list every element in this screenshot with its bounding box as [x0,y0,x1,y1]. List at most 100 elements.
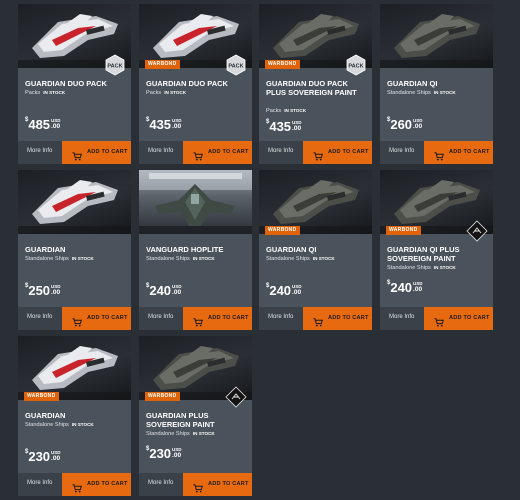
more-info-link[interactable]: More Info [148,314,173,320]
add-to-cart-button[interactable]: ADD TO CART [424,307,493,330]
price-currency-block: USD .00 [413,118,423,130]
product-card[interactable]: PACK GUARDIAN DUO PACK Packs IN STOCK $48… [18,4,131,164]
product-card[interactable]: WARBOND GUARDIAN PLUS SOVEREIGN PAINT St… [139,336,252,496]
add-to-cart-button[interactable]: ADD TO CART [424,141,493,164]
stock-status: IN STOCK [192,431,215,436]
warbond-badge: WARBOND [24,392,59,401]
add-to-cart-label: ADD TO CART [208,315,249,321]
price-cents: .00 [413,123,423,130]
product-image[interactable] [259,170,372,234]
product-title[interactable]: GUARDIAN QI [266,245,368,254]
product-image[interactable] [139,170,252,234]
product-price: $230USD .00 [146,445,182,463]
product-card[interactable]: GUARDIAN QI Standalone Ships IN STOCK $26… [380,4,493,164]
svg-text:PACK: PACK [348,64,363,70]
price-amount: 485 [28,117,51,132]
product-image[interactable] [380,4,493,68]
currency-symbol: $ [25,449,29,455]
card-footer: More Info ADD TO CART [18,141,131,164]
product-card[interactable]: VANGUARD HOPLITE Standalone Ships IN STOC… [139,170,252,330]
category-label: Packs [25,90,41,96]
product-title[interactable]: GUARDIAN DUO PACK [146,79,248,88]
product-title[interactable]: GUARDIAN [25,411,127,420]
currency-symbol: $ [266,119,270,125]
card-footer: More Info ADD TO CART [139,307,252,330]
stock-status: IN STOCK [312,256,335,261]
add-to-cart-button[interactable]: ADD TO CART [62,473,131,496]
more-info-link[interactable]: More Info [389,314,414,320]
add-to-cart-label: ADD TO CART [208,149,249,155]
product-title[interactable]: GUARDIAN QI [387,79,489,88]
product-category: Packs IN STOCK [146,90,186,96]
cart-icon [193,314,203,327]
product-title[interactable]: GUARDIAN DUO PACK [25,79,127,88]
more-info-link[interactable]: More Info [268,314,293,320]
product-image[interactable] [18,170,131,234]
more-info-link[interactable]: More Info [27,148,52,154]
warbond-badge: WARBOND [145,60,180,69]
product-category: Packs IN STOCK [25,90,65,96]
card-footer: More Info ADD TO CART [18,307,131,330]
product-category: Standalone Ships IN STOCK [387,90,456,96]
pack-badge-icon: PACK [345,54,367,76]
add-to-cart-button[interactable]: ADD TO CART [183,141,252,164]
product-category: Standalone Ships IN STOCK [387,265,456,271]
add-to-cart-label: ADD TO CART [328,315,369,321]
product-title[interactable]: GUARDIAN [25,245,127,254]
product-card[interactable]: WARBOND PACK GUARDIAN DUO PACK PLUS SOVE… [259,4,372,164]
more-info-link[interactable]: More Info [268,148,293,154]
price-currency-block: USD .00 [292,120,302,132]
product-card[interactable]: WARBOND GUARDIAN QI PLUS SOVEREIGN PAINT… [380,170,493,330]
price-cents: .00 [51,123,61,130]
product-category: Standalone Ships IN STOCK [25,256,94,262]
product-price: $485USD .00 [25,116,61,134]
price-amount: 435 [149,117,172,132]
more-info-link[interactable]: More Info [148,148,173,154]
price-cents: .00 [172,123,182,130]
add-to-cart-button[interactable]: ADD TO CART [183,473,252,496]
paint-badge-icon [225,386,247,408]
price-cents: .00 [172,289,182,296]
stock-status: IN STOCK [164,90,187,95]
warbond-badge: WARBOND [265,60,300,69]
currency-symbol: $ [146,283,150,289]
add-to-cart-button[interactable]: ADD TO CART [62,307,131,330]
price-amount: 260 [390,117,413,132]
add-to-cart-button[interactable]: ADD TO CART [183,307,252,330]
stock-status: IN STOCK [284,108,307,113]
stock-status: IN STOCK [71,422,94,427]
price-currency-block: USD .00 [51,450,61,462]
product-card[interactable]: GUARDIAN Standalone Ships IN STOCK $250US… [18,170,131,330]
price-cents: .00 [172,452,182,459]
price-amount: 230 [28,449,51,464]
product-title[interactable]: GUARDIAN PLUS SOVEREIGN PAINT [146,411,248,429]
product-title[interactable]: GUARDIAN DUO PACK PLUS SOVEREIGN PAINT [266,79,368,97]
product-price: $260USD .00 [387,116,423,134]
product-title[interactable]: VANGUARD HOPLITE [146,245,248,254]
add-to-cart-button[interactable]: ADD TO CART [303,141,372,164]
price-cents: .00 [51,455,61,462]
product-image[interactable] [18,336,131,400]
add-to-cart-button[interactable]: ADD TO CART [303,307,372,330]
add-to-cart-label: ADD TO CART [449,315,490,321]
more-info-link[interactable]: More Info [27,314,52,320]
more-info-link[interactable]: More Info [389,148,414,154]
price-cents: .00 [292,289,302,296]
product-card[interactable]: WARBOND PACK GUARDIAN DUO PACK Packs IN S… [139,4,252,164]
product-card[interactable]: WARBOND GUARDIAN Standalone Ships IN STOC… [18,336,131,496]
product-title[interactable]: GUARDIAN QI PLUS SOVEREIGN PAINT [387,245,489,263]
warbond-badge: WARBOND [386,226,421,235]
add-to-cart-button[interactable]: ADD TO CART [62,141,131,164]
price-currency-block: USD .00 [172,118,182,130]
product-category: Standalone Ships IN STOCK [146,431,215,437]
price-amount: 435 [269,119,292,134]
add-to-cart-label: ADD TO CART [328,149,369,155]
price-currency-block: USD .00 [292,284,302,296]
more-info-link[interactable]: More Info [148,480,173,486]
cart-icon [72,148,82,161]
more-info-link[interactable]: More Info [27,480,52,486]
product-card[interactable]: WARBOND GUARDIAN QI Standalone Ships IN S… [259,170,372,330]
price-currency-block: USD .00 [172,447,182,459]
product-price: $240USD .00 [387,279,423,297]
add-to-cart-label: ADD TO CART [87,149,128,155]
